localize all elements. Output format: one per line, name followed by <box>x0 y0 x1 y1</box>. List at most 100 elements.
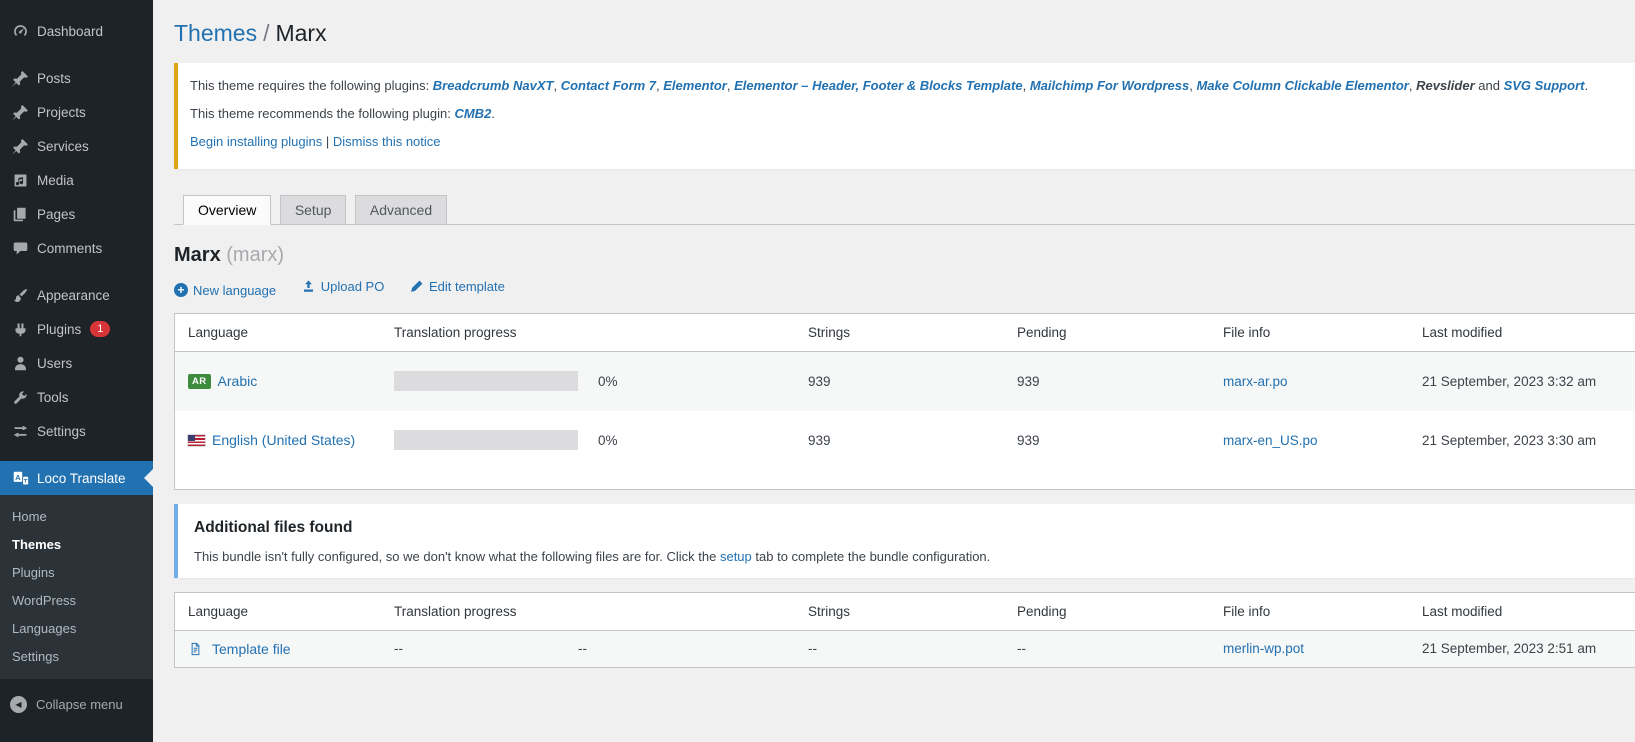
progress-percent: 0% <box>598 433 618 448</box>
page-title: Marx <box>275 20 326 46</box>
submenu-item-settings[interactable]: Settings <box>0 642 153 670</box>
tab-setup[interactable]: Setup <box>280 195 347 224</box>
last-modified: 21 September, 2023 3:30 am <box>1422 433 1635 448</box>
sidebar-item-media[interactable]: Media <box>0 163 153 197</box>
edit-template-button[interactable]: Edit template <box>409 279 505 294</box>
sidebar-item-pages[interactable]: Pages <box>0 197 153 231</box>
table-header-row: Language Translation progress Strings Pe… <box>175 593 1635 631</box>
sidebar-item-label: Settings <box>37 423 86 440</box>
breadcrumb: Themes/Marx <box>174 20 1635 47</box>
po-file-link[interactable]: marx-en_US.po <box>1223 433 1318 448</box>
tools-icon <box>10 388 30 406</box>
sidebar-item-users[interactable]: Users <box>0 346 153 380</box>
table-row-arabic[interactable]: AR Arabic 0% 939 939 marx-ar.po 21 Septe… <box>175 352 1635 411</box>
main-content: Themes/Marx This theme requires the foll… <box>153 0 1635 742</box>
collapse-menu-button[interactable]: ◀ Collapse menu <box>0 688 153 721</box>
plugin-link[interactable]: CMB2 <box>454 106 491 121</box>
notice-actions: Begin installing plugins | Dismiss this … <box>190 132 1635 152</box>
comments-icon <box>10 239 30 257</box>
pending-count: -- <box>1017 641 1223 656</box>
progress-percent: 0% <box>598 374 618 389</box>
template-file-link[interactable]: Template file <box>212 641 291 657</box>
collapse-arrow-icon: ◀ <box>10 696 27 713</box>
last-modified: 21 September, 2023 3:32 am <box>1422 374 1635 389</box>
submenu-item-wordpress[interactable]: WordPress <box>0 586 153 614</box>
sidebar-item-loco-translate[interactable]: A Loco Translate <box>0 461 153 495</box>
tab-advanced[interactable]: Advanced <box>355 195 447 224</box>
plugins-update-badge: 1 <box>90 321 110 337</box>
upload-po-button[interactable]: Upload PO <box>301 279 385 294</box>
dismiss-notice-link[interactable]: Dismiss this notice <box>333 134 441 149</box>
sidebar-item-appearance[interactable]: Appearance <box>0 278 153 312</box>
sidebar-item-projects[interactable]: Projects <box>0 95 153 129</box>
setup-tab-link[interactable]: setup <box>720 549 752 564</box>
col-last-modified: Last modified <box>1422 325 1635 340</box>
plugin-link[interactable]: Mailchimp For Wordpress <box>1030 78 1189 93</box>
col-strings: Strings <box>808 325 1017 340</box>
users-icon <box>10 354 30 372</box>
language-link[interactable]: English (United States) <box>212 432 355 448</box>
sidebar-item-comments[interactable]: Comments <box>0 231 153 265</box>
plugin-link[interactable]: Elementor <box>663 78 727 93</box>
pin-icon <box>10 69 30 87</box>
sidebar-item-services[interactable]: Services <box>0 129 153 163</box>
sidebar-item-posts[interactable]: Posts <box>0 61 153 95</box>
sidebar-item-label: Users <box>37 355 72 372</box>
plugin-link[interactable]: Contact Form 7 <box>561 78 656 93</box>
bundle-heading: Marx (marx) <box>174 244 1635 267</box>
sidebar-item-settings[interactable]: Settings <box>0 414 153 448</box>
plugin-link[interactable]: Make Column Clickable Elementor <box>1196 78 1408 93</box>
sidebar-item-plugins[interactable]: Plugins 1 <box>0 312 153 346</box>
table-header-row: Language Translation progress Strings Pe… <box>175 314 1635 352</box>
submenu-item-languages[interactable]: Languages <box>0 614 153 642</box>
table-row-template-file[interactable]: Template file -- -- -- -- merlin-wp.pot … <box>175 631 1635 667</box>
additional-files-message: This bundle isn't fully configured, so w… <box>194 549 1635 564</box>
sidebar-item-dashboard[interactable]: Dashboard <box>0 14 153 48</box>
sidebar-item-label: Pages <box>37 206 75 223</box>
col-translation-progress: Translation progress <box>394 325 808 340</box>
plus-circle-icon: + <box>174 283 188 297</box>
strings-count: -- <box>808 641 1017 656</box>
plugin-link[interactable]: Breadcrumb NavXT <box>433 78 554 93</box>
submenu-item-themes[interactable]: Themes <box>0 530 153 558</box>
pending-count: 939 <box>1017 374 1223 389</box>
pages-icon <box>10 205 30 223</box>
breadcrumb-separator: / <box>263 20 269 46</box>
admin-sidebar: Dashboard Posts Projects Services Media … <box>0 0 153 742</box>
tab-overview[interactable]: Overview <box>183 195 271 225</box>
sidebar-item-label: Posts <box>37 70 71 87</box>
col-last-modified: Last modified <box>1422 604 1635 619</box>
upload-icon <box>301 279 316 294</box>
bundle-name: Marx <box>174 244 221 266</box>
sidebar-item-tools[interactable]: Tools <box>0 380 153 414</box>
strings-count: 939 <box>808 433 1017 448</box>
pin-icon <box>10 137 30 155</box>
progress-placeholder: -- <box>394 641 578 656</box>
col-strings: Strings <box>808 604 1017 619</box>
pencil-icon <box>409 279 424 294</box>
table-row-english[interactable]: English (United States) 0% 939 939 marx-… <box>175 411 1635 470</box>
sidebar-item-label: Tools <box>37 389 69 406</box>
plugin-requirements-notice: This theme requires the following plugin… <box>174 63 1635 169</box>
col-translation-progress: Translation progress <box>394 604 808 619</box>
pot-file-link[interactable]: merlin-wp.pot <box>1223 641 1304 656</box>
plugin-link[interactable]: Elementor – Header, Footer & Blocks Temp… <box>734 78 1023 93</box>
bundle-actions: +New language Upload PO Edit template <box>174 279 1635 298</box>
dashboard-icon <box>10 22 30 40</box>
po-file-link[interactable]: marx-ar.po <box>1223 374 1288 389</box>
translate-icon: A <box>10 469 30 487</box>
begin-installing-plugins-link[interactable]: Begin installing plugins <box>190 134 322 149</box>
sidebar-item-label: Loco Translate <box>37 470 126 487</box>
col-language: Language <box>175 325 394 340</box>
col-language: Language <box>175 604 394 619</box>
breadcrumb-themes-link[interactable]: Themes <box>174 20 257 46</box>
plugin-link[interactable]: SVG Support <box>1504 78 1585 93</box>
language-link[interactable]: Arabic <box>218 373 258 389</box>
sidebar-item-label: Projects <box>37 104 86 121</box>
submenu-item-plugins[interactable]: Plugins <box>0 558 153 586</box>
pending-count: 939 <box>1017 433 1223 448</box>
submenu-item-home[interactable]: Home <box>0 502 153 530</box>
pin-icon <box>10 103 30 121</box>
new-language-button[interactable]: +New language <box>174 283 276 298</box>
required-plugins-text: This theme requires the following plugin… <box>190 76 1635 96</box>
